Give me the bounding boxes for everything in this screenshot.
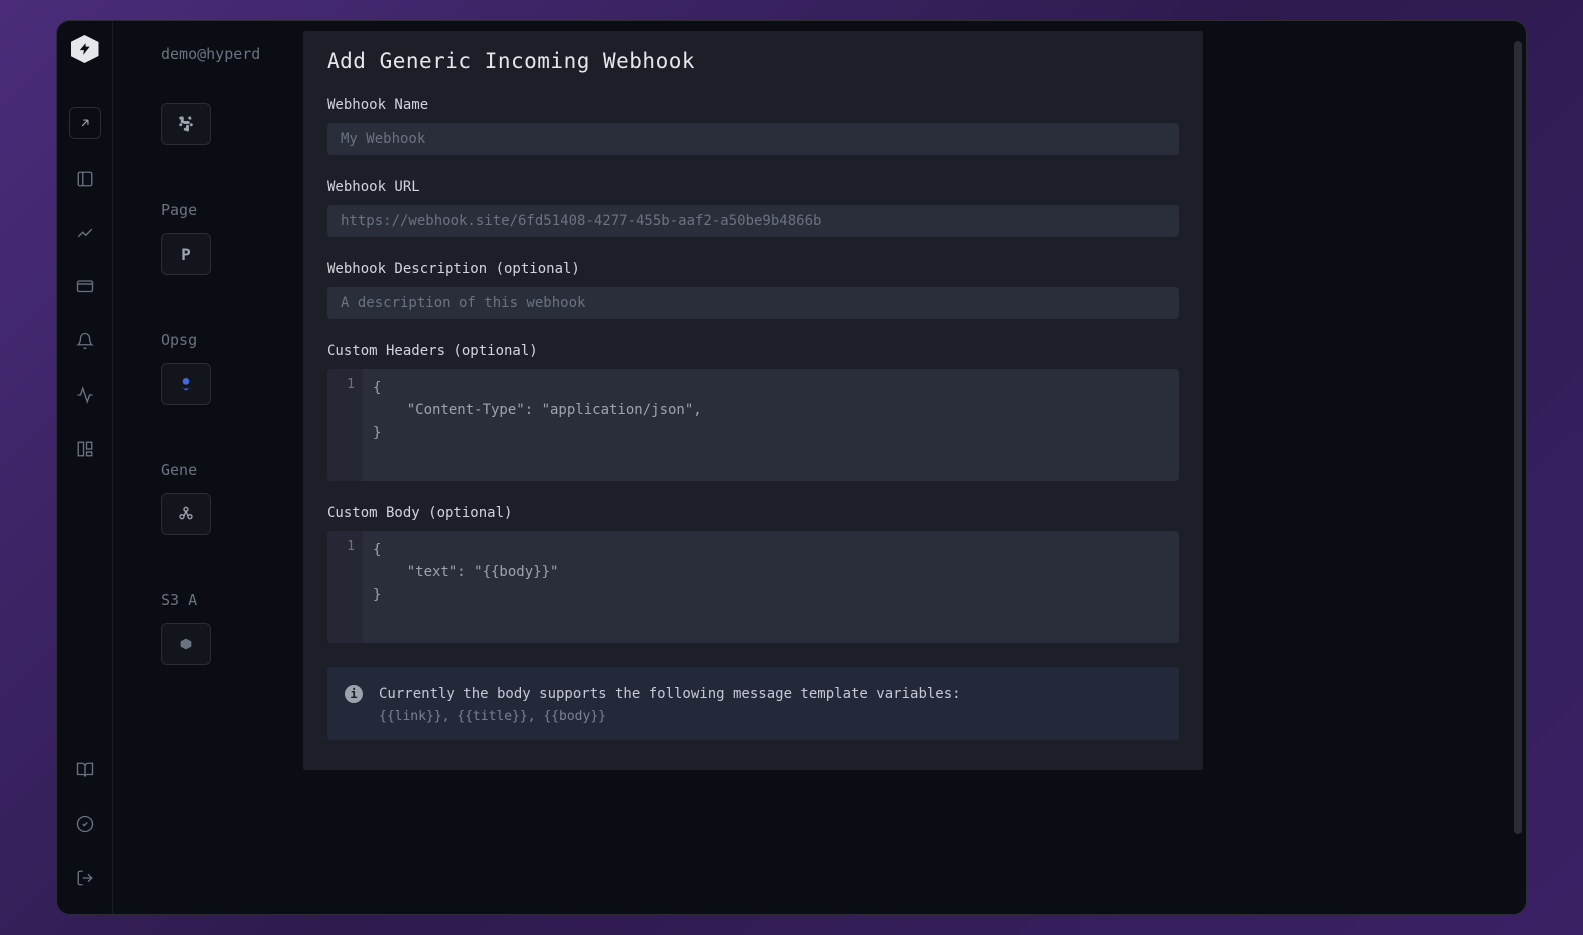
input-webhook-description[interactable] [327,287,1179,319]
input-webhook-name[interactable] [327,123,1179,155]
label-custom-body: Custom Body (optional) [327,505,1179,521]
add-webhook-modal: Add Generic Incoming Webhook Webhook Nam… [303,31,1203,770]
nav-bottom-group [69,754,101,914]
info-text: Currently the body supports the followin… [379,683,961,705]
expand-sidebar-button[interactable] [69,107,101,139]
scrollbar[interactable] [1514,41,1522,834]
nav-health[interactable] [69,379,101,411]
aws-icon [176,634,196,654]
nav-dashboard[interactable] [69,433,101,465]
editor-custom-headers[interactable]: 1 { "Content-Type": "application/json", … [327,369,1179,481]
field-webhook-description: Webhook Description (optional) [327,261,1179,319]
field-webhook-url: Webhook URL [327,179,1179,237]
app-window: demo@hyperd Page P Opsg [56,20,1527,915]
bg-card-pagerduty[interactable]: P [161,233,211,275]
input-webhook-url[interactable] [327,205,1179,237]
gutter-body: 1 [327,531,363,643]
opsgenie-icon [176,374,196,394]
nav-status[interactable] [69,808,101,840]
nav-logout[interactable] [69,862,101,894]
gutter-headers: 1 [327,369,363,481]
bg-card-generic[interactable] [161,493,211,535]
app-logo[interactable] [71,35,99,63]
bg-card-s3[interactable] [161,623,211,665]
field-webhook-name: Webhook Name [327,97,1179,155]
info-template-vars: i Currently the body supports the follow… [327,667,1179,740]
nav-monitor[interactable] [69,271,101,303]
nav-alerts[interactable] [69,325,101,357]
webhook-icon [176,504,196,524]
nav-docs[interactable] [69,754,101,786]
nav-group [69,163,101,465]
main-area: demo@hyperd Page P Opsg [113,21,1526,914]
modal-title: Add Generic Incoming Webhook [327,49,1179,73]
nav-columns[interactable] [69,163,101,195]
label-webhook-name: Webhook Name [327,97,1179,113]
editor-custom-body[interactable]: 1 { "text": "{{body}}" } [327,531,1179,643]
field-custom-body: Custom Body (optional) 1 { "text": "{{bo… [327,505,1179,643]
field-custom-headers: Custom Headers (optional) 1 { "Content-T… [327,343,1179,481]
label-webhook-url: Webhook URL [327,179,1179,195]
bg-card-slack[interactable] [161,103,211,145]
info-icon: i [345,685,363,703]
nav-chart[interactable] [69,217,101,249]
info-vars: {{link}}, {{title}}, {{body}} [379,709,961,724]
code-headers[interactable]: { "Content-Type": "application/json", } [363,369,1179,481]
slack-icon [176,114,196,134]
pagerduty-icon: P [176,244,196,264]
label-custom-headers: Custom Headers (optional) [327,343,1179,359]
sidebar [57,21,113,914]
code-body[interactable]: { "text": "{{body}}" } [363,531,1179,643]
label-webhook-description: Webhook Description (optional) [327,261,1179,277]
bg-card-opsgenie[interactable] [161,363,211,405]
